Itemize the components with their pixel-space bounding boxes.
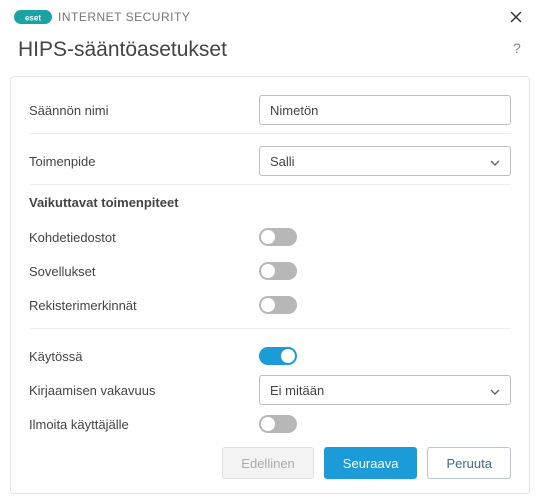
target-files-label: Kohdetiedostot bbox=[29, 230, 259, 245]
action-select-value: Salli bbox=[270, 154, 295, 169]
previous-button: Edellinen bbox=[222, 447, 314, 479]
eset-logo-icon: eset bbox=[14, 9, 52, 25]
action-label: Toimenpide bbox=[29, 154, 259, 169]
target-files-toggle[interactable] bbox=[259, 228, 297, 246]
close-button[interactable] bbox=[504, 5, 528, 29]
next-button[interactable]: Seuraava bbox=[324, 447, 418, 479]
help-icon: ? bbox=[508, 41, 522, 55]
chevron-down-icon bbox=[490, 154, 500, 169]
rule-name-label: Säännön nimi bbox=[29, 103, 259, 118]
applications-label: Sovellukset bbox=[29, 264, 259, 279]
chevron-down-icon bbox=[490, 383, 500, 398]
enabled-toggle[interactable] bbox=[259, 347, 297, 365]
log-severity-select-value: Ei mitään bbox=[270, 383, 324, 398]
affecting-ops-header: Vaikuttavat toimenpiteet bbox=[29, 195, 511, 210]
divider bbox=[29, 328, 511, 329]
rule-name-input[interactable] bbox=[259, 95, 511, 125]
registry-entries-toggle[interactable] bbox=[259, 296, 297, 314]
divider bbox=[29, 184, 511, 185]
page-title: HIPS-sääntöasetukset bbox=[18, 38, 227, 62]
product-name: INTERNET SECURITY bbox=[58, 10, 190, 24]
divider bbox=[29, 133, 511, 134]
enabled-label: Käytössä bbox=[29, 349, 259, 364]
settings-panel: Säännön nimi Toimenpide Salli Vaikuttava… bbox=[10, 76, 530, 494]
applications-toggle[interactable] bbox=[259, 262, 297, 280]
cancel-button[interactable]: Peruuta bbox=[427, 447, 511, 479]
brand-logo: eset INTERNET SECURITY bbox=[14, 9, 190, 25]
svg-text:?: ? bbox=[513, 41, 521, 55]
log-severity-select[interactable]: Ei mitään bbox=[259, 375, 511, 405]
close-icon bbox=[510, 11, 522, 23]
notify-user-label: Ilmoita käyttäjälle bbox=[29, 417, 259, 432]
action-select[interactable]: Salli bbox=[259, 146, 511, 176]
log-severity-label: Kirjaamisen vakavuus bbox=[29, 383, 259, 398]
help-button[interactable]: ? bbox=[508, 41, 522, 60]
notify-user-toggle[interactable] bbox=[259, 415, 297, 433]
registry-entries-label: Rekisterimerkinnät bbox=[29, 298, 259, 313]
svg-text:eset: eset bbox=[25, 14, 41, 23]
